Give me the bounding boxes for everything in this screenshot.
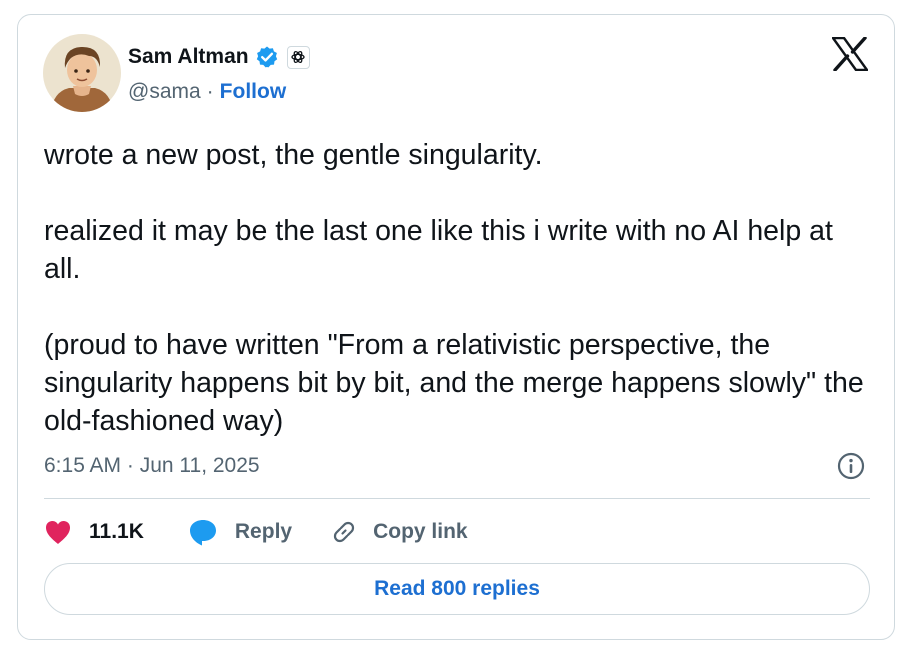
heart-icon: [46, 521, 70, 544]
read-replies-button[interactable]: Read 800 replies: [44, 563, 870, 615]
avatar[interactable]: [43, 34, 121, 112]
copy-link-button[interactable]: Copy link: [330, 518, 468, 546]
reply-button[interactable]: Reply: [188, 517, 292, 547]
author-name[interactable]: Sam Altman: [128, 45, 249, 69]
post-timestamp[interactable]: 6:15 AM · Jun 11, 2025: [44, 454, 260, 478]
like-count: 11.1K: [89, 520, 144, 543]
reply-icon: [189, 520, 216, 546]
separator-dot: ·: [206, 80, 214, 103]
divider: [44, 498, 870, 499]
author-handle[interactable]: @sama: [128, 80, 201, 104]
openai-affiliate-icon[interactable]: [286, 45, 310, 69]
action-bar: 11.1K Reply Copy link: [44, 514, 468, 550]
verified-badge-icon: [255, 45, 279, 69]
post-text: wrote a new post, the gentle singularity…: [44, 139, 864, 437]
copy-link-label: Copy link: [373, 520, 468, 543]
reply-label: Reply: [234, 520, 293, 543]
like-button[interactable]: 11.1K: [44, 519, 144, 545]
link-icon: [333, 521, 355, 543]
info-icon[interactable]: [837, 452, 865, 480]
author-name-row: Sam Altman: [128, 44, 310, 70]
x-logo-icon[interactable]: [831, 36, 869, 72]
handle-row: @sama · Follow: [128, 80, 286, 104]
follow-button[interactable]: Follow: [220, 80, 287, 104]
